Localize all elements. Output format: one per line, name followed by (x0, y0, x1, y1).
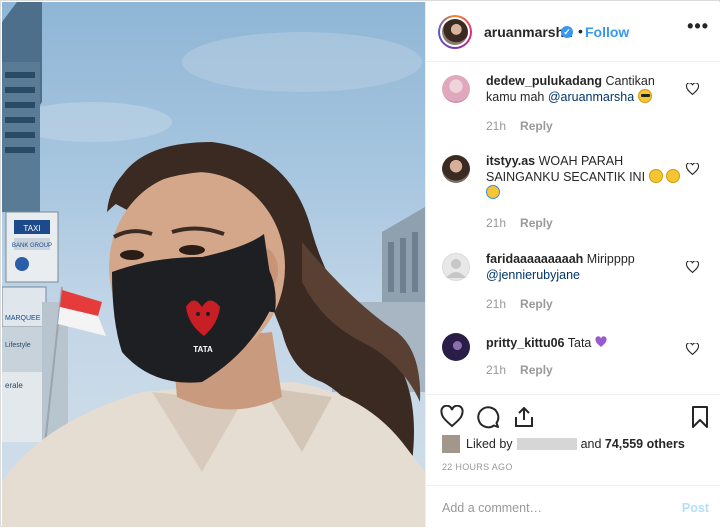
comment-meta: 21h Reply (486, 119, 553, 133)
post-photo[interactable]: TAXI BANK GROUP MARQUEE Lifestyle erale (2, 2, 425, 527)
billboard-text-5: Lifestyle (5, 342, 31, 349)
purple-heart-emoji-icon (595, 336, 607, 347)
like-comment-heart-icon[interactable] (686, 343, 699, 355)
reply-button[interactable]: Reply (520, 363, 553, 377)
billboard-text-3: MARQUEE (5, 315, 41, 322)
add-comment-input[interactable] (442, 498, 662, 518)
comment-mention[interactable]: @jennierubyjane (486, 268, 580, 282)
like-comment-heart-icon[interactable] (686, 163, 699, 175)
comments-list: dedew_pulukadang Cantikan kamu mah @arua… (426, 63, 720, 393)
verified-badge-icon: ✓ (561, 26, 573, 38)
comment-time: 21h (486, 297, 507, 311)
selfie-illustration: TAXI BANK GROUP MARQUEE Lifestyle erale (2, 2, 425, 527)
blurred-liker-name[interactable] (516, 438, 577, 450)
billboard-text-4: erale (5, 381, 23, 390)
post-timestamp[interactable]: 22 HOURS AGO (442, 462, 513, 472)
follow-button[interactable]: Follow (585, 24, 629, 40)
commenter-avatar[interactable] (442, 155, 470, 183)
comment-text: dedew_pulukadang Cantikan kamu mah @arua… (486, 73, 682, 105)
comment-bubble-icon[interactable] (476, 405, 500, 429)
comment-time: 21h (486, 216, 507, 230)
comment-mention[interactable]: @aruanmarsha (548, 90, 634, 104)
more-options-icon[interactable]: ••• (687, 16, 709, 37)
likes-count[interactable]: 74,559 others (605, 437, 685, 451)
smile-emoji-icon (648, 169, 663, 183)
reply-button[interactable]: Reply (520, 119, 553, 133)
commenter-username[interactable]: itstyy.as (486, 154, 535, 168)
instagram-post-frame: TAXI BANK GROUP MARQUEE Lifestyle erale (0, 0, 720, 527)
liker-avatar[interactable] (442, 435, 460, 453)
comment-text: faridaaaaaaaaah Miripppp @jennierubyjane (486, 251, 682, 283)
comment-meta: 21h Reply (486, 297, 553, 311)
fearful-emoji-icon (666, 169, 681, 183)
bookmark-save-icon[interactable] (688, 405, 712, 429)
billboard-text-2: BANK GROUP (12, 243, 52, 249)
comment-time: 21h (486, 363, 507, 377)
author-avatar[interactable] (438, 15, 472, 49)
post-comment-button[interactable]: Post (682, 501, 709, 515)
author-username[interactable]: aruanmarsha (484, 24, 572, 40)
share-upload-icon[interactable] (512, 405, 536, 429)
comment-text: pritty_kittu06 Tata (486, 335, 682, 351)
likes-conjunction: and (580, 437, 602, 451)
comment-meta: 21h Reply (486, 216, 553, 230)
like-comment-heart-icon[interactable] (686, 261, 699, 273)
post-actions: Liked by and 74,559 others 22 HOURS AGO P… (426, 394, 720, 529)
post-side-panel: aruanmarsha ✓ • Follow ••• dedew_pulukad… (425, 2, 720, 527)
sunglasses-emoji-icon (637, 89, 652, 103)
header-separator: • (578, 23, 583, 39)
comment-text: itstyy.as WOAH PARAH SAINGANKU SECANTIK … (486, 153, 682, 201)
comment-body: Miripppp (586, 252, 635, 266)
commenter-username[interactable]: dedew_pulukadang (486, 74, 602, 88)
likes-summary: Liked by and 74,559 others (466, 437, 685, 451)
commenter-avatar[interactable] (442, 75, 470, 103)
likes-prefix: Liked by (466, 437, 513, 451)
mask-label: TATA (193, 345, 213, 354)
add-comment-bar: Post (426, 485, 720, 530)
crying-emoji-icon (486, 185, 500, 199)
comment-meta: 21h Reply (486, 363, 553, 377)
reply-button[interactable]: Reply (520, 297, 553, 311)
commenter-avatar[interactable] (442, 333, 470, 361)
post-header: aruanmarsha ✓ • Follow ••• (426, 2, 720, 62)
like-comment-heart-icon[interactable] (686, 83, 699, 95)
reply-button[interactable]: Reply (520, 216, 553, 230)
like-heart-icon[interactable] (440, 405, 464, 429)
commenter-avatar-default[interactable] (442, 253, 470, 281)
commenter-username[interactable]: faridaaaaaaaaah (486, 252, 583, 266)
billboard-text-1: TAXI (23, 224, 40, 233)
commenter-username[interactable]: pritty_kittu06 (486, 336, 565, 350)
comment-body: Tata (567, 336, 592, 350)
comment-time: 21h (486, 119, 507, 133)
